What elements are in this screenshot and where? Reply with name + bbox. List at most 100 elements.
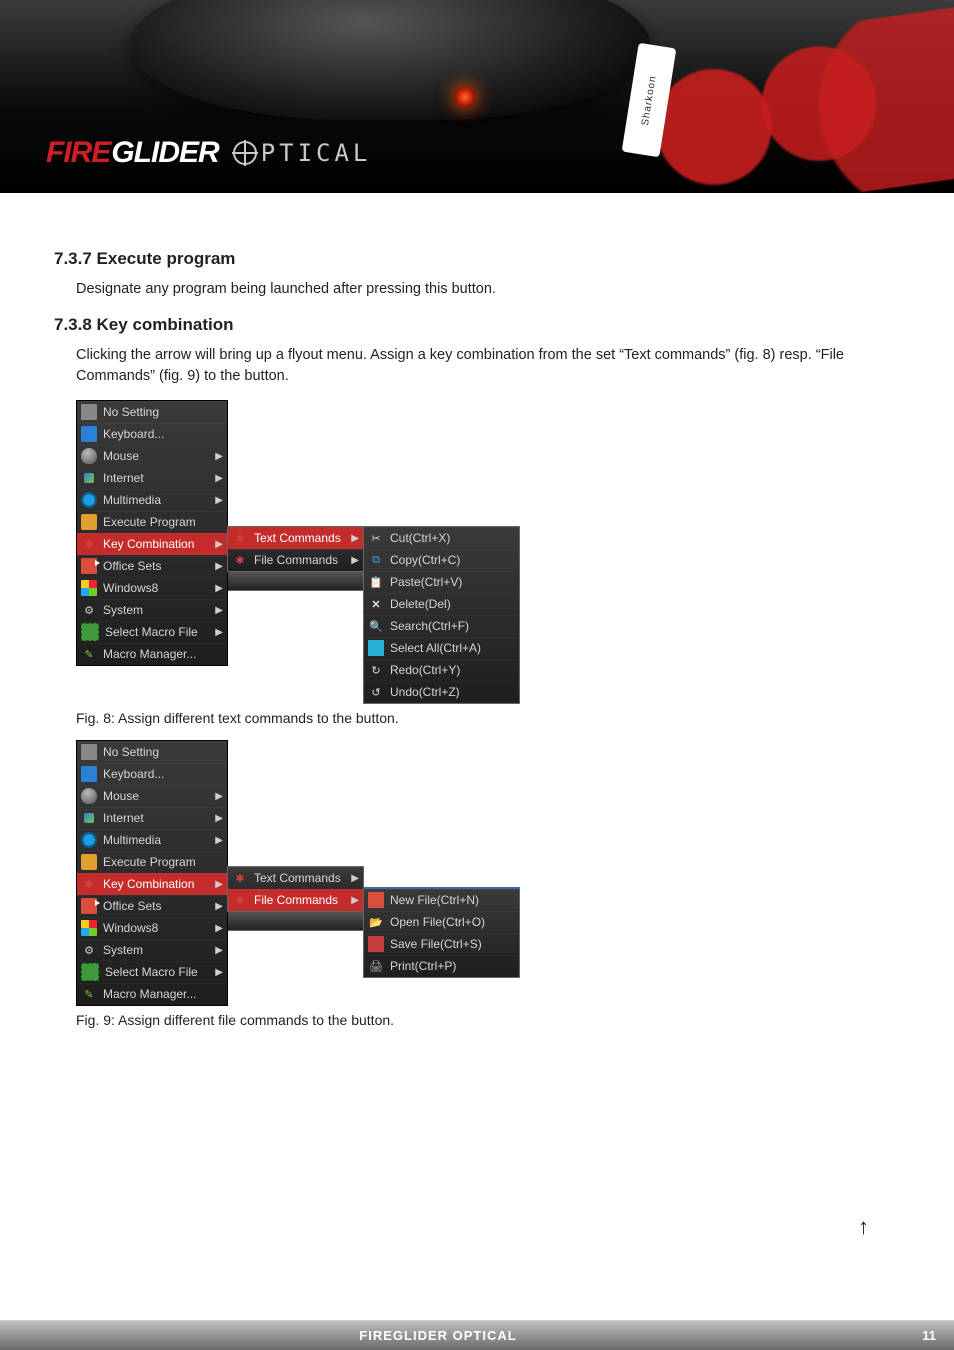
cmd-save-file[interactable]: Save File(Ctrl+S) <box>364 933 519 955</box>
submenu-file-commands[interactable]: New File(Ctrl+N) 📂Open File(Ctrl+O) Save… <box>363 887 520 978</box>
menu-item-keyboard[interactable]: Keyboard... <box>77 763 227 785</box>
menu-item-label: Macro Manager... <box>103 647 223 661</box>
logo-optical-text: PTICAL <box>261 139 372 167</box>
menu-item-label: Paste(Ctrl+V) <box>390 575 515 589</box>
menu-item-label: Internet <box>103 471 213 485</box>
menu-item-keyboard[interactable]: Keyboard... <box>77 423 227 445</box>
submenu-text-commands[interactable]: ✂Cut(Ctrl+X) ⧉Copy(Ctrl+C) 📋 Paste(Ctrl+V… <box>363 526 520 704</box>
chevron-right-icon: ▶ <box>213 495 223 506</box>
menu-item-execute-program[interactable]: Execute Program <box>77 511 227 533</box>
menu-item-label: Text Commands <box>254 531 349 545</box>
file-commands-icon: ✱ <box>232 892 248 908</box>
save-file-icon <box>368 936 384 952</box>
menu-item-execute-program[interactable]: Execute Program <box>77 851 227 873</box>
menu-item-macro-manager[interactable]: ✎Macro Manager... <box>77 983 227 1005</box>
menu-item-windows8[interactable]: Windows8▶ <box>77 577 227 599</box>
menu-item-label: Undo(Ctrl+Z) <box>390 685 515 699</box>
cmd-redo[interactable]: ↻Redo(Ctrl+Y) <box>364 659 519 681</box>
menu-item-mouse[interactable]: Mouse▶ <box>77 785 227 807</box>
gear-icon: ⚙ <box>81 942 97 958</box>
context-menu-main[interactable]: No Setting Keyboard... Mouse▶ Internet▶ … <box>76 740 228 1006</box>
submenu-key-combination[interactable]: ✱Text Commands▶ ✱File Commands▶ <box>227 866 364 912</box>
chevron-right-icon: ▶ <box>213 473 223 484</box>
cmd-print[interactable]: 🖨Print(Ctrl+P) <box>364 955 519 977</box>
context-menu-main[interactable]: No Setting Keyboard... Mouse▶ Internet▶ … <box>76 400 228 666</box>
figure-9-caption: Fig. 9: Assign different file commands t… <box>76 1012 900 1028</box>
mouse-icon <box>81 788 97 804</box>
no-setting-icon <box>81 744 97 760</box>
menu-item-label: Office Sets <box>103 559 213 573</box>
menu-item-system[interactable]: ⚙System▶ <box>77 599 227 621</box>
submenu-item-text-commands[interactable]: ✱Text Commands▶ <box>228 867 363 889</box>
menu-item-label: System <box>103 603 213 617</box>
submenu-item-text-commands[interactable]: ✱Text Commands▶ <box>228 527 363 549</box>
menu-item-internet[interactable]: Internet▶ <box>77 807 227 829</box>
open-file-icon: 📂 <box>368 914 384 930</box>
select-all-icon <box>368 640 384 656</box>
menu-item-label: Copy(Ctrl+C) <box>390 553 515 567</box>
menu-item-label: Multimedia <box>103 833 213 847</box>
menu-item-label: Windows8 <box>103 921 213 935</box>
office-sets-icon <box>81 558 97 574</box>
submenu-key-combination[interactable]: ✱Text Commands▶ ✱File Commands▶ <box>227 526 364 572</box>
menu-item-key-combination[interactable]: ✱Key Combination▶ <box>77 873 227 895</box>
menu-item-macro-manager[interactable]: ✎ Macro Manager... <box>77 643 227 665</box>
menu-item-label: Redo(Ctrl+Y) <box>390 663 515 677</box>
keyboard-icon <box>81 426 97 442</box>
menu-item-label: Mouse <box>103 789 213 803</box>
cmd-delete[interactable]: ✕Delete(Del) <box>364 593 519 615</box>
menu-item-multimedia[interactable]: Multimedia▶ <box>77 829 227 851</box>
footer-title: FIREGLIDER OPTICAL <box>0 1328 876 1343</box>
page-content: 7.3.7 Execute program Designate any prog… <box>0 193 954 1320</box>
page-footer: FIREGLIDER OPTICAL 11 <box>0 1320 954 1350</box>
chevron-right-icon: ▶ <box>213 561 223 572</box>
macro-manager-icon: ✎ <box>81 646 97 662</box>
macro-file-icon <box>81 963 99 981</box>
menu-item-select-macro-file[interactable]: Select Macro File▶ <box>77 961 227 983</box>
cmd-copy[interactable]: ⧉Copy(Ctrl+C) <box>364 549 519 571</box>
menu-item-system[interactable]: ⚙System▶ <box>77 939 227 961</box>
cmd-search[interactable]: 🔍Search(Ctrl+F) <box>364 615 519 637</box>
menu-item-no-setting[interactable]: No Setting <box>77 401 227 423</box>
menu-item-office-sets[interactable]: Office Sets▶ <box>77 555 227 577</box>
mouse-icon <box>81 448 97 464</box>
menu-item-select-macro-file[interactable]: Select Macro File▶ <box>77 621 227 643</box>
cmd-undo[interactable]: ↺ Undo(Ctrl+Z) <box>364 681 519 703</box>
menu-item-label: File Commands <box>254 893 349 907</box>
chevron-right-icon: ▶ <box>213 791 223 802</box>
menu-item-windows8[interactable]: Windows8▶ <box>77 917 227 939</box>
section-execute-program-title: 7.3.7 Execute program <box>54 249 900 269</box>
menu-item-no-setting[interactable]: No Setting <box>77 741 227 763</box>
chevron-right-icon: ▶ <box>213 835 223 846</box>
execute-program-icon <box>81 514 97 530</box>
crosshair-icon <box>233 141 257 165</box>
paste-icon: 📋 <box>368 574 384 590</box>
key-combination-icon: ✱ <box>81 876 97 892</box>
execute-program-icon <box>81 854 97 870</box>
print-icon: 🖨 <box>368 958 384 974</box>
menu-item-label: Select Macro File <box>105 965 213 979</box>
cmd-paste[interactable]: 📋 Paste(Ctrl+V) <box>364 571 519 593</box>
delete-icon: ✕ <box>368 596 384 612</box>
undo-icon: ↺ <box>368 684 384 700</box>
cmd-new-file[interactable]: New File(Ctrl+N) <box>364 889 519 911</box>
menu-item-label: Windows8 <box>103 581 213 595</box>
windows-icon <box>81 580 97 596</box>
cmd-cut[interactable]: ✂Cut(Ctrl+X) <box>364 527 519 549</box>
menu-item-office-sets[interactable]: Office Sets▶ <box>77 895 227 917</box>
menu-item-key-combination[interactable]: ✱Key Combination▶ <box>77 533 227 555</box>
submenu-item-file-commands[interactable]: ✱File Commands▶ <box>228 549 363 571</box>
menu-item-internet[interactable]: Internet▶ <box>77 467 227 489</box>
file-commands-icon: ✱ <box>232 552 248 568</box>
search-icon: 🔍 <box>368 618 384 634</box>
figure-8-caption: Fig. 8: Assign different text commands t… <box>76 710 900 726</box>
macro-file-icon <box>81 623 99 641</box>
chevron-right-icon: ▶ <box>213 583 223 594</box>
cmd-open-file[interactable]: 📂Open File(Ctrl+O) <box>364 911 519 933</box>
submenu-item-file-commands[interactable]: ✱File Commands▶ <box>228 889 363 911</box>
menu-item-mouse[interactable]: Mouse▶ <box>77 445 227 467</box>
chevron-right-icon: ▶ <box>213 627 223 638</box>
menu-item-multimedia[interactable]: Multimedia▶ <box>77 489 227 511</box>
back-to-top-link[interactable]: ↑ <box>858 1214 869 1240</box>
cmd-select-all[interactable]: Select All(Ctrl+A) <box>364 637 519 659</box>
